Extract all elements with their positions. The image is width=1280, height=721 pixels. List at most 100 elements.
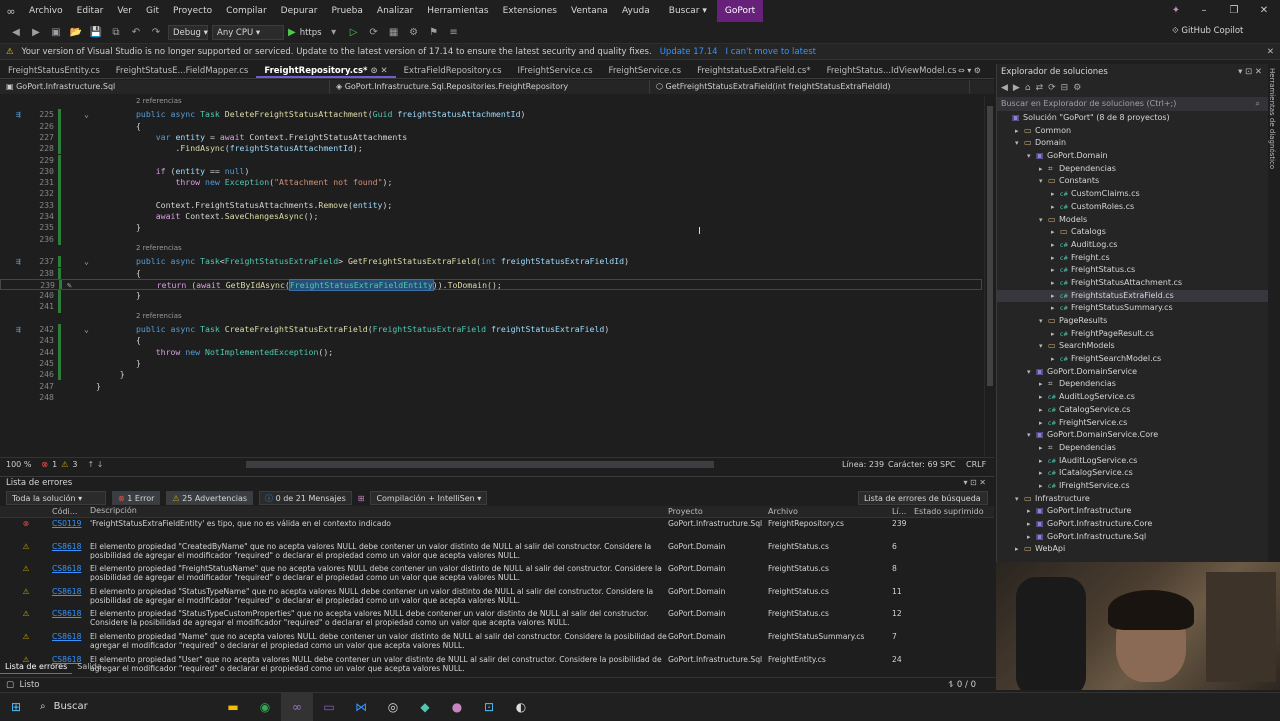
expand-arrow-icon[interactable]: ▸ [1051,239,1060,252]
panel-close-icon[interactable]: ▾ ⊡ ✕ [963,478,986,487]
spacing-indicator[interactable]: SPC [940,460,956,469]
document-tab[interactable]: FreightStatus...IdViewModel.cs [819,64,965,78]
visual-studio-icon[interactable]: ∞ [281,692,313,721]
menu-item[interactable]: Editar [70,0,111,22]
solution-tree-node[interactable]: ▾ ▭ SearchModels [997,340,1268,353]
member-selector[interactable]: ⬡ GetFreightStatusExtraField(int freight… [650,80,970,94]
refresh-icon[interactable]: ⟳ [366,27,382,38]
vscode-icon[interactable]: ⋈ [345,693,377,721]
search-menu[interactable]: Buscar ▾ [663,6,713,16]
bookmark-icon[interactable]: ⚑ [426,27,442,38]
comment-icon[interactable]: ≡ [446,27,462,38]
expand-arrow-icon[interactable]: ▸ [1039,391,1048,404]
save-all-icon[interactable]: ⧉ [108,27,124,38]
column-header[interactable]: Descripción [90,506,668,517]
expand-arrow-icon[interactable]: ▸ [1039,163,1048,176]
menu-item[interactable]: Depurar [274,0,325,22]
expand-arrow-icon[interactable]: ▸ [1027,518,1036,531]
expand-arrow-icon[interactable]: ▸ [1039,404,1048,417]
error-code[interactable]: CS8618 [52,564,90,573]
error-code[interactable]: CS8618 [52,587,90,596]
app-icon[interactable]: ◆ [409,693,441,721]
error-code[interactable]: CS0119 [52,519,90,528]
document-tab[interactable]: FreightstatusExtraField.cs* [689,64,819,78]
solution-tree-node[interactable]: ▸ c# FreightstatusExtraField.cs [997,289,1268,303]
error-code[interactable]: CS8618 [52,609,90,618]
solution-tree-node[interactable]: ▸ ⌗ Dependencias [997,163,1268,176]
column-header[interactable]: Lí... [892,506,914,517]
menu-item[interactable]: Compilar [219,0,274,22]
sol-back-icon[interactable]: ◀ [1001,83,1008,93]
settings-icon[interactable]: ⚙ [406,27,422,38]
warning-count-icon[interactable]: ⚠ [57,460,72,469]
chrome-icon[interactable]: ◉ [249,693,281,721]
solution-tree-node[interactable]: ▾ ▣ GoPort.DomainService [997,366,1268,379]
expand-arrow-icon[interactable]: ▸ [1039,442,1048,455]
solution-tree-node[interactable]: ▸ ▭ Catalogs [997,226,1268,239]
expand-arrow-icon[interactable]: ▸ [1015,543,1024,556]
solution-tree-node[interactable]: ▸ c# FreightStatus.cs [997,264,1268,277]
document-tab[interactable]: FreightRepository.cs* ⊙ ✕ [256,64,396,78]
solution-tree-node[interactable]: ▾ ▭ Constants [997,175,1268,188]
expand-arrow-icon[interactable]: ▸ [1039,480,1048,493]
expand-arrow-icon[interactable]: ▾ [1039,315,1048,328]
solution-tree-node[interactable]: ▸ c# IAuditLogService.cs [997,455,1268,468]
code-line[interactable]: 234 await Context.SaveChangesAsync(); [0,211,982,223]
solution-tree-node[interactable]: ▸ c# FreightService.cs [997,417,1268,430]
new-item-icon[interactable]: ▣ [48,27,64,38]
expand-arrow-icon[interactable]: ▸ [1051,353,1060,366]
code-line[interactable]: 227 var entity = await Context.FreightSt… [0,131,982,144]
column-header[interactable]: Proyecto [668,506,768,517]
menu-item[interactable]: Archivo [22,0,70,22]
diagnostic-tools-sidebar[interactable]: Herramientas de diagnóstico [1268,64,1280,562]
document-tab[interactable]: FreightStatusE...FieldMapper.cs [108,64,257,78]
class-selector[interactable]: ◈ GoPort.Infrastructure.Sql.Repositories… [330,80,650,94]
error-search-input[interactable]: Lista de errores de búsqueda [858,491,988,505]
expand-arrow-icon[interactable]: ▸ [1039,455,1048,468]
sol-forward-icon[interactable]: ▶ [1013,83,1020,93]
error-row[interactable]: ⊗ CS0119 'FreightStatusExtraFieldEntity' e… [0,518,994,541]
github-icon[interactable]: ◎ [377,693,409,721]
error-row[interactable]: ⚠ CS8618 El elemento propiedad "Name" que … [0,631,994,654]
terminal-icon[interactable]: ▭ [313,693,345,721]
expand-arrow-icon[interactable]: ▸ [1051,290,1060,303]
run-target[interactable]: https [300,28,322,38]
solution-tree-node[interactable]: ▸ c# AuditLogService.cs [997,391,1268,404]
expand-arrow-icon[interactable]: ▾ [1027,429,1036,442]
solution-tree-node[interactable]: ▸ ⌗ Dependencias [997,378,1268,391]
references-codelens[interactable]: 2 referencias [136,312,182,320]
warnings-filter-button[interactable]: ⚠ 25 Advertencias [166,491,254,505]
menu-item[interactable]: Ver [110,0,139,22]
code-line[interactable]: 232 [0,188,982,200]
project-selector[interactable]: ▣ GoPort.Infrastructure.Sql [0,80,330,94]
solution-tree-node[interactable]: ▸ ▣ GoPort.Infrastructure.Core [997,518,1268,531]
solution-tree-node[interactable]: ▸ c# CustomRoles.cs [997,201,1268,214]
sol-collapse-icon[interactable]: ⊟ [1061,83,1069,93]
code-line[interactable]: 230 if (entity == null) [0,165,982,178]
code-line[interactable]: 225 ⌄ ⇶ public async Task DeleteFreightStat… [0,109,982,121]
config-dropdown[interactable]: Debug ▾ [168,25,208,40]
code-line[interactable]: 243 { [0,335,982,347]
menu-item[interactable]: Prueba [324,0,369,22]
column-header[interactable]: Códi... [52,506,90,517]
sol-home-icon[interactable]: ⌂ [1025,83,1031,93]
code-line[interactable]: 228 .FindAsync(freightStatusAttachmentId… [0,143,982,155]
solution-tree-node[interactable]: ▸ ▭ Common [997,125,1268,138]
solution-tree-node[interactable]: ▾ ▣ GoPort.DomainService.Core [997,429,1268,442]
expand-arrow-icon[interactable]: ▸ [1051,201,1060,214]
expand-arrow-icon[interactable]: ▸ [1015,125,1024,138]
solution-tree-node[interactable]: ▾ ▣ GoPort.Domain [997,150,1268,163]
solution-tree-node[interactable]: ▸ ▭ WebApi [997,543,1268,556]
back-icon[interactable]: ◀ [8,27,24,38]
code-line[interactable]: 245} [0,357,982,370]
expand-arrow-icon[interactable]: ▸ [1051,277,1060,290]
run-without-debug-icon[interactable]: ▷ [346,27,362,38]
references-codelens[interactable]: 2 referencias [136,244,182,252]
expand-arrow-icon[interactable]: ▾ [1039,340,1048,353]
save-icon[interactable]: 💾 [88,27,104,38]
fold-icon[interactable]: ⌄ [84,109,89,119]
remote-icon[interactable]: ⊡ [473,693,505,721]
solution-search-input[interactable]: Buscar en Explorador de soluciones (Ctrl… [997,97,1268,111]
platform-dropdown[interactable]: Any CPU ▾ [212,25,284,40]
error-row[interactable]: ⚠ CS8618 El elemento propiedad "StatusType… [0,608,994,631]
